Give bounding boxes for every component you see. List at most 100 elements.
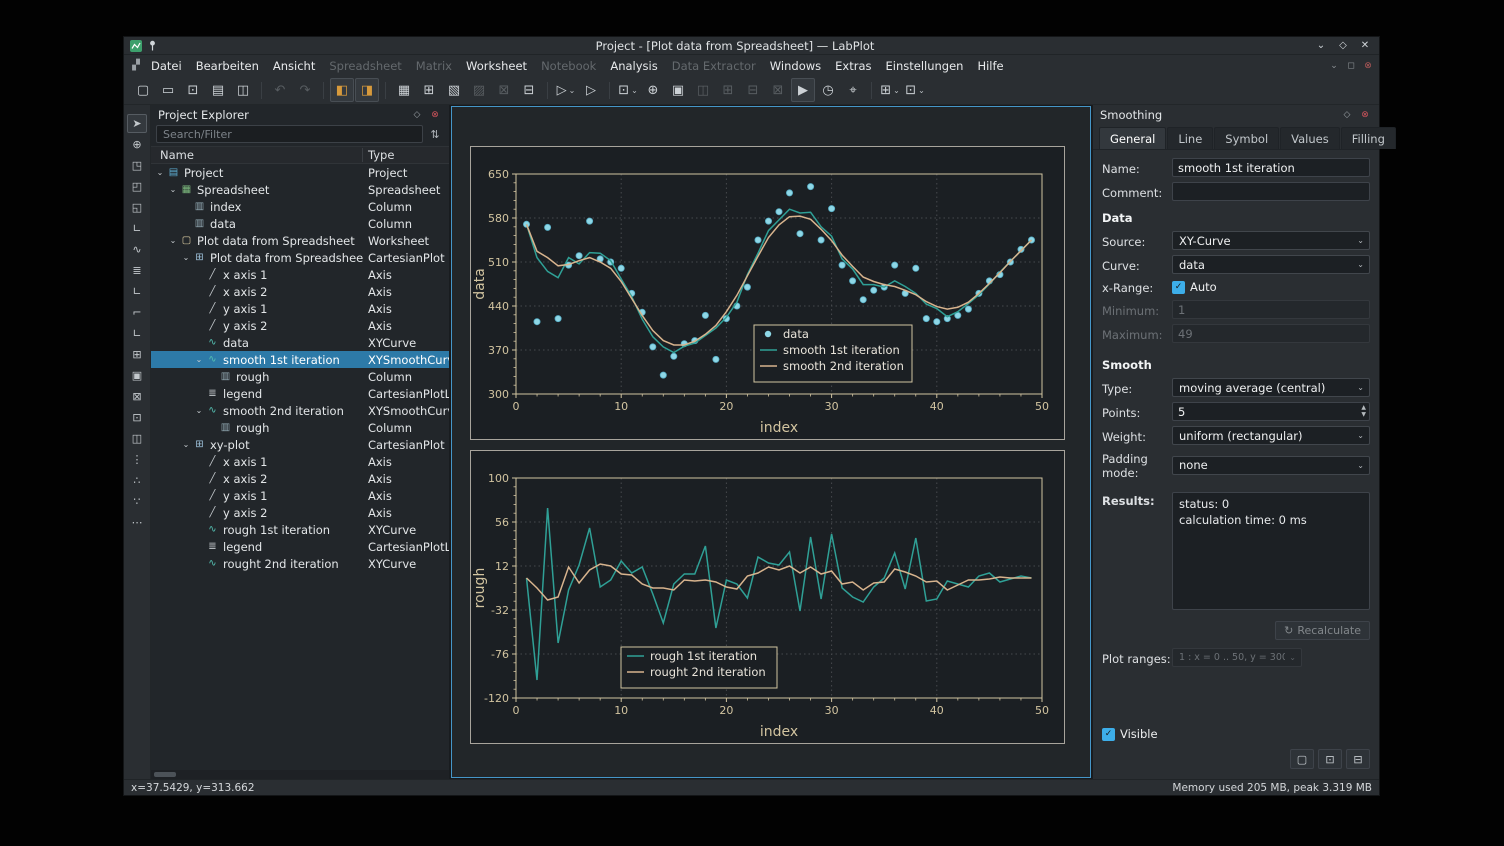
add-text-label-tool-button[interactable]: ⊠: [127, 387, 147, 406]
comment-field[interactable]: [1172, 182, 1370, 201]
new-plot-tool-button[interactable]: ⊞: [127, 345, 147, 364]
history-button[interactable]: ◷: [816, 78, 840, 102]
tree-row[interactable]: ⌄⊞Plot data from SpreadsheetCartesianPlo…: [151, 249, 449, 266]
magnification-button[interactable]: ⊕: [641, 78, 665, 102]
shift-right-x-tool-button[interactable]: ∵: [127, 492, 147, 511]
zoom-select-dropdown[interactable]: ⊡⌄: [616, 78, 640, 102]
auto-checkbox[interactable]: ✓: [1172, 281, 1185, 294]
horizontal-layout-tool-button[interactable]: ◫: [127, 429, 147, 448]
tree-row[interactable]: ▥dataColumn: [151, 215, 449, 232]
add-curve-tool-button[interactable]: ∿: [127, 240, 147, 259]
bottom-plot-area[interactable]: 01020304050-120-76-321256100indexroughro…: [470, 450, 1065, 744]
auto-scale-x-tool-button[interactable]: ⌐: [127, 303, 147, 322]
tree-row[interactable]: ▥roughColumn: [151, 419, 449, 436]
close-window-button[interactable]: ✕: [1357, 39, 1373, 53]
tree-row[interactable]: ≣legendCartesianPlotLegend: [151, 538, 449, 555]
zoom-selection-tool-button[interactable]: ◳: [127, 156, 147, 175]
save-project-button[interactable]: ⊡: [181, 78, 205, 102]
import-data-button[interactable]: ⊟: [517, 78, 541, 102]
toggle-properties-dock-button[interactable]: ◨: [355, 78, 379, 102]
menu-datei[interactable]: Datei: [144, 57, 189, 75]
navigate-mode-button[interactable]: ▶: [791, 78, 815, 102]
tree-row[interactable]: ⌄▢Plot data from SpreadsheetWorksheet: [151, 232, 449, 249]
scrollbar-thumb[interactable]: [154, 772, 176, 777]
name-field[interactable]: [1172, 158, 1370, 177]
print-button[interactable]: ▤: [206, 78, 230, 102]
chevron-down-icon[interactable]: ⌄: [918, 86, 925, 95]
search-input[interactable]: [156, 125, 423, 143]
tree-row[interactable]: ▥roughColumn: [151, 368, 449, 385]
float-panel-icon[interactable]: ◇: [410, 110, 424, 120]
recalculate-button[interactable]: ↻ Recalculate: [1275, 621, 1370, 640]
collapse-arrow-icon[interactable]: ⌄: [167, 236, 179, 245]
new-matrix-button[interactable]: ⊞: [417, 78, 441, 102]
mdi-close-icon[interactable]: ⊗: [1361, 61, 1375, 71]
chevron-down-icon[interactable]: ⌄: [893, 86, 900, 95]
curve-combobox[interactable]: data ⌄: [1172, 255, 1370, 274]
tree-row[interactable]: ╱y axis 2Axis: [151, 504, 449, 521]
crosshair-tool-button[interactable]: ⊕: [127, 135, 147, 154]
add-image-tool-button[interactable]: ▣: [127, 366, 147, 385]
vertical-layout-tool-button[interactable]: ⊡: [127, 408, 147, 427]
pin-icon[interactable]: [148, 40, 157, 51]
shift-left-x-tool-button[interactable]: ∴: [127, 471, 147, 490]
collapse-arrow-icon[interactable]: ⌄: [167, 185, 179, 194]
copy-properties-button[interactable]: ▢: [1290, 749, 1314, 769]
tree-row[interactable]: ▥indexColumn: [151, 198, 449, 215]
collapse-arrow-icon[interactable]: ⌄: [154, 168, 166, 177]
menu-worksheet[interactable]: Worksheet: [459, 57, 534, 75]
auto-scale-tool-button[interactable]: ∟: [127, 282, 147, 301]
filter-options-icon[interactable]: ⇅: [426, 125, 444, 143]
toggle-project-explorer-button[interactable]: ◧: [330, 78, 354, 102]
collapse-arrow-icon[interactable]: ⌄: [180, 440, 192, 449]
add-worksheet-element-button[interactable]: ▷: [579, 78, 603, 102]
type-column-header[interactable]: Type: [363, 148, 449, 162]
grid-layout-tool-button[interactable]: ⋮: [127, 450, 147, 469]
new-project-button[interactable]: ▢: [131, 78, 155, 102]
zoom-x-selection-tool-button[interactable]: ◰: [127, 177, 147, 196]
smoothing-dock-header[interactable]: Smoothing ◇ ⊗: [1093, 105, 1379, 124]
menu-ansicht[interactable]: Ansicht: [266, 57, 322, 75]
close-dock-icon[interactable]: ⊗: [1358, 110, 1372, 120]
titlebar[interactable]: Project - [Plot data from Spreadsheet] —…: [124, 37, 1379, 55]
zoom-y-selection-tool-button[interactable]: ◱: [127, 198, 147, 217]
points-stepper[interactable]: [1172, 402, 1370, 421]
tree-row[interactable]: ∿dataXYCurve: [151, 334, 449, 351]
type-combobox[interactable]: moving average (central) ⌄: [1172, 378, 1370, 397]
tree-row[interactable]: ∿rought 2nd iterationXYCurve: [151, 555, 449, 572]
tree-row[interactable]: ≣legendCartesianPlotLegend: [151, 385, 449, 402]
tree-row[interactable]: ⌄∿smooth 1st iterationXYSmoothCurve: [151, 351, 449, 368]
menu-analysis[interactable]: Analysis: [603, 57, 664, 75]
close-panel-icon[interactable]: ⊗: [428, 110, 442, 120]
shade-window-button[interactable]: ⌄: [1313, 39, 1329, 53]
collapse-arrow-icon[interactable]: ⌄: [193, 406, 205, 415]
tree-row[interactable]: ⌄⊞xy-plotCartesianPlot: [151, 436, 449, 453]
name-column-header[interactable]: Name: [151, 148, 363, 162]
tree-row[interactable]: ⌄∿smooth 2nd iterationXYSmoothCurve: [151, 402, 449, 419]
source-combobox[interactable]: XY-Curve ⌄: [1172, 231, 1370, 250]
chevron-down-icon[interactable]: ⌄: [569, 86, 576, 95]
new-worksheet-button[interactable]: ▧: [442, 78, 466, 102]
tree-row[interactable]: ∿rough 1st iterationXYCurve: [151, 521, 449, 538]
mdi-restore-icon[interactable]: ◻: [1344, 61, 1358, 71]
print-preview-button[interactable]: ◫: [231, 78, 255, 102]
tab-values[interactable]: Values: [1280, 127, 1340, 149]
chevron-down-icon[interactable]: ⌄: [631, 86, 638, 95]
worksheet-view[interactable]: 01020304050300370440510580650indexdatada…: [451, 106, 1091, 778]
spin-down-icon[interactable]: ▼: [1361, 412, 1366, 418]
tree-row[interactable]: ╱x axis 1Axis: [151, 266, 449, 283]
load-template-button[interactable]: ⊟: [1346, 749, 1370, 769]
more-tools-button[interactable]: ⋯: [127, 513, 147, 532]
tab-line[interactable]: Line: [1167, 127, 1213, 149]
collapse-arrow-icon[interactable]: ⌄: [193, 355, 205, 364]
float-dock-icon[interactable]: ◇: [1340, 110, 1354, 120]
tree-row[interactable]: ╱x axis 2Axis: [151, 470, 449, 487]
tree-row[interactable]: ⌄▦SpreadsheetSpreadsheet: [151, 181, 449, 198]
grid-settings-dropdown[interactable]: ⊞⌄: [878, 78, 902, 102]
tree-row[interactable]: ╱y axis 1Axis: [151, 487, 449, 504]
menu-extras[interactable]: Extras: [828, 57, 878, 75]
top-plot-area[interactable]: 01020304050300370440510580650indexdatada…: [470, 146, 1065, 440]
add-axis-tool-button[interactable]: ∟: [127, 219, 147, 238]
tree-column-header[interactable]: Name Type: [151, 146, 449, 164]
open-project-button[interactable]: ▭: [156, 78, 180, 102]
